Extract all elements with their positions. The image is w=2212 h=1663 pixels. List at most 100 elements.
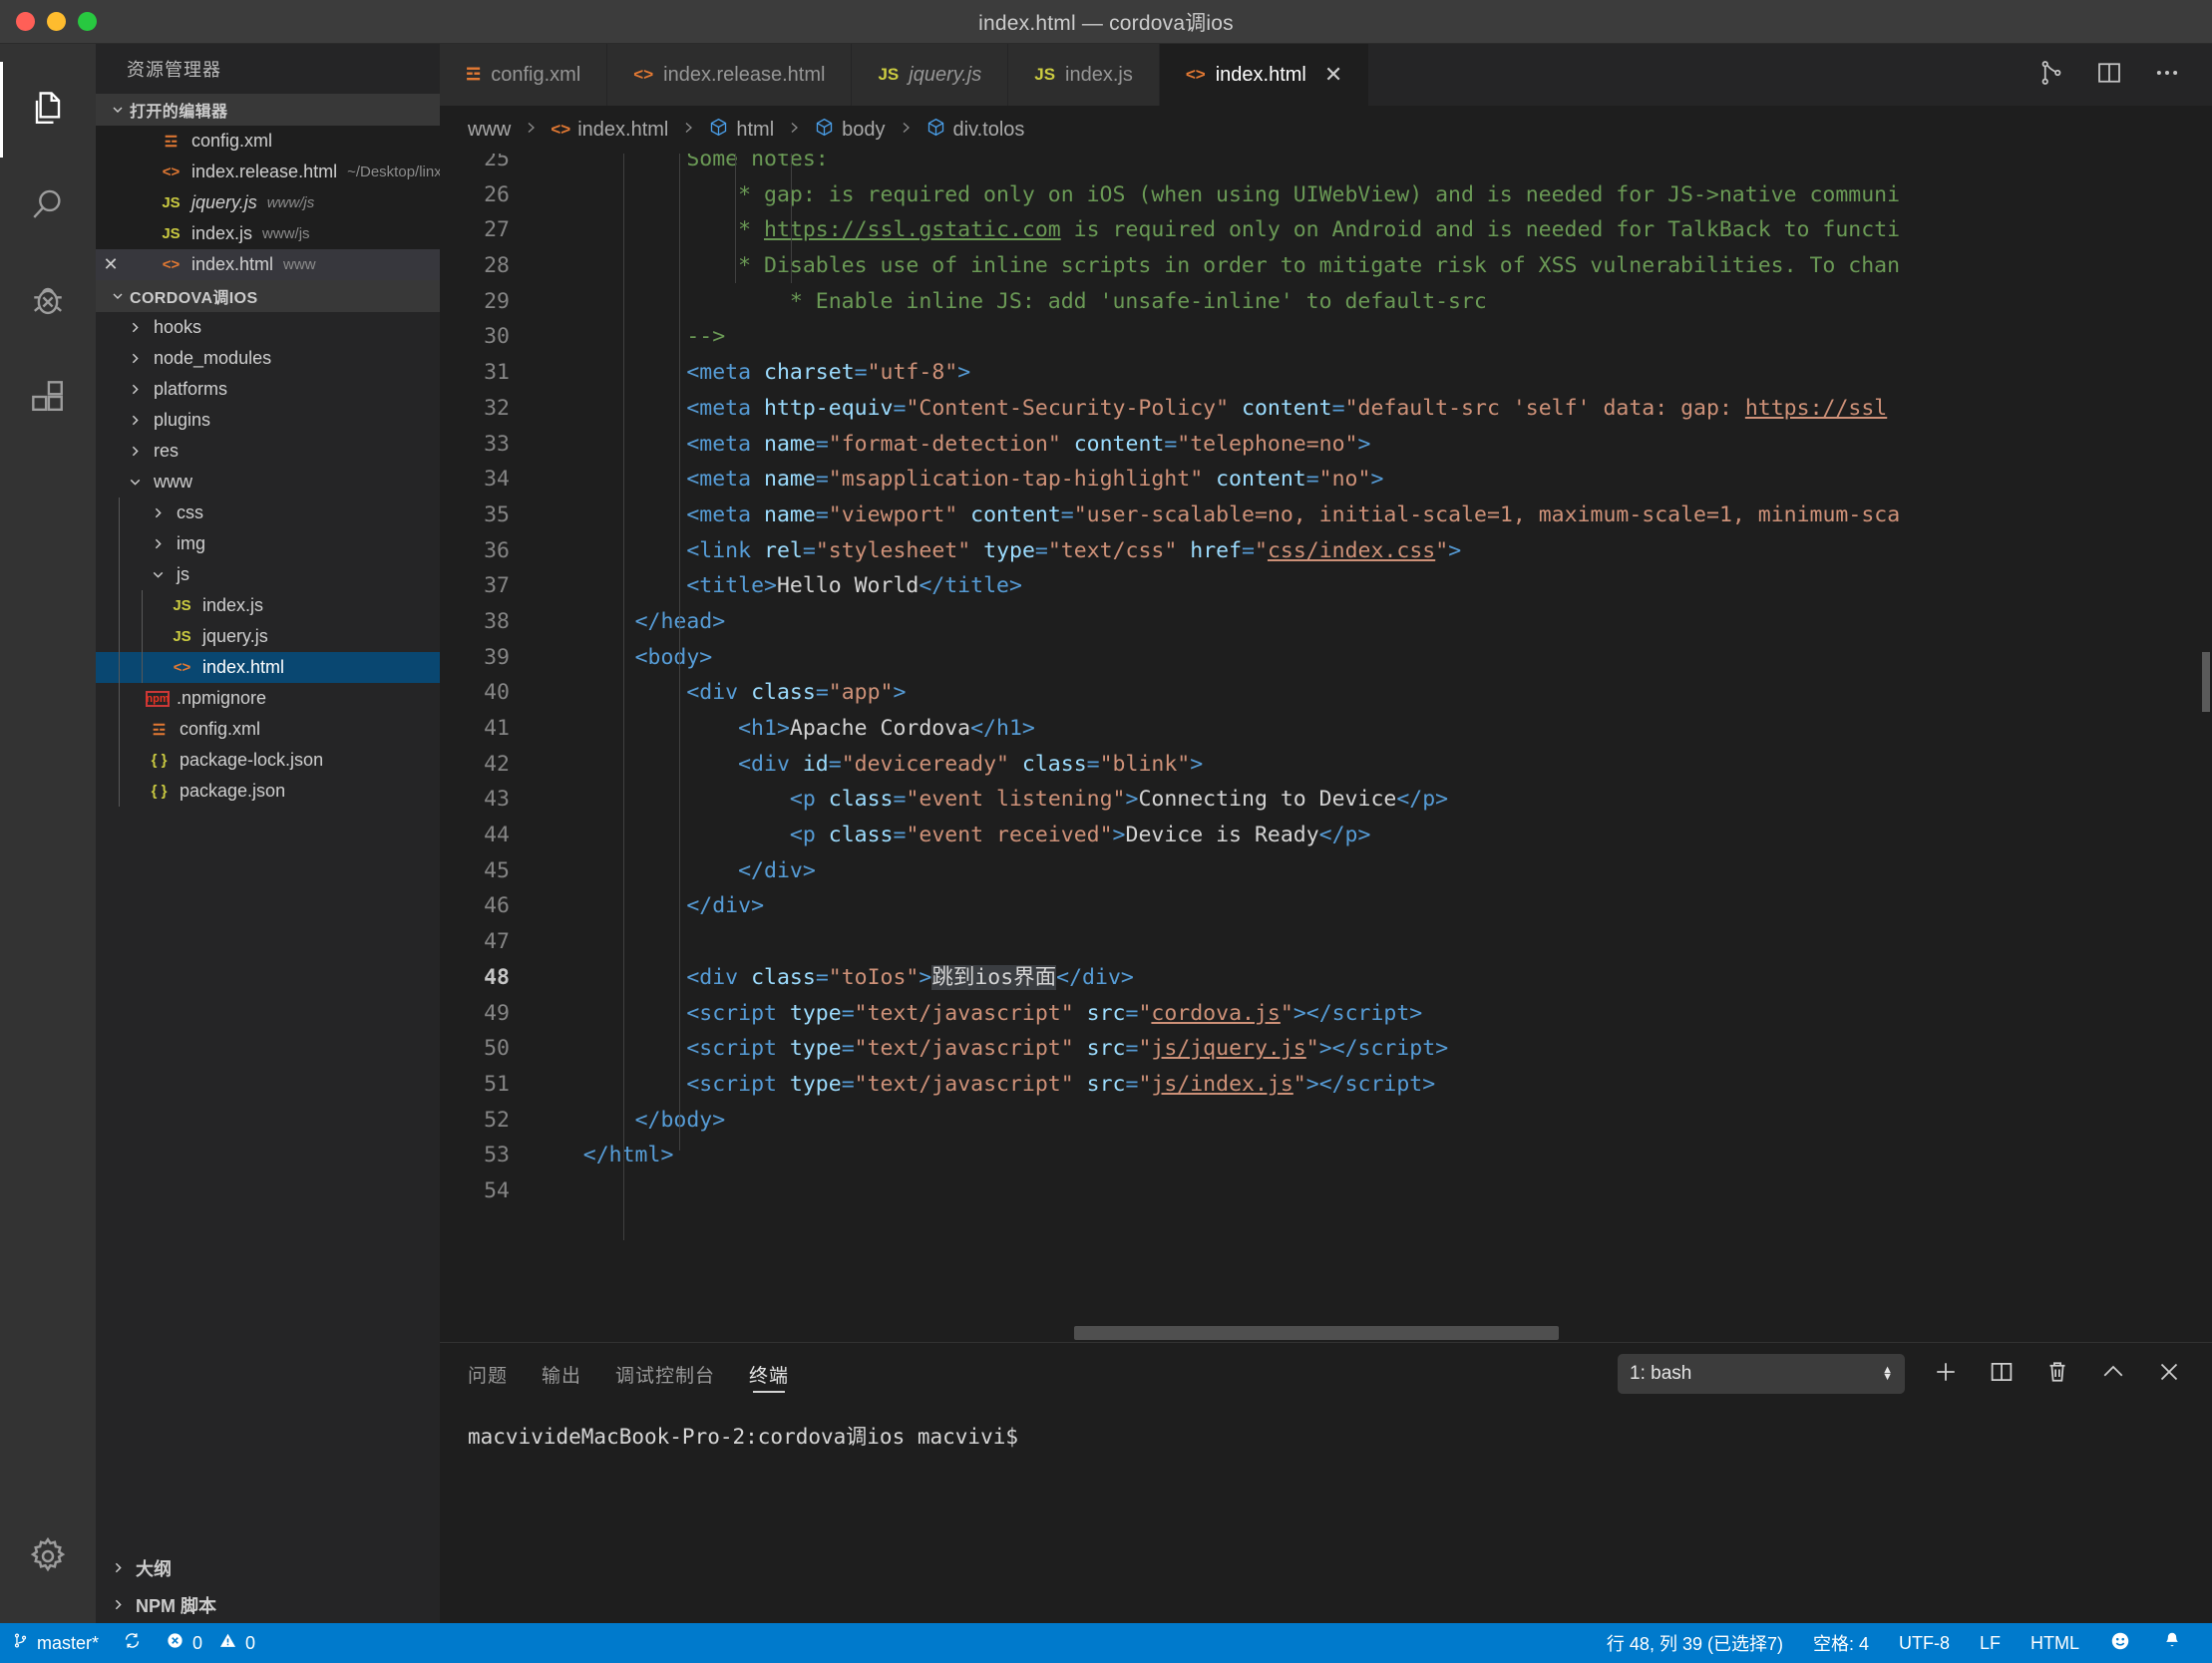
more-actions-icon[interactable] [2152,58,2182,93]
breadcrumb-item[interactable]: <>index.html [551,119,668,142]
tree-file[interactable]: npm.npmignore [96,683,440,714]
line-content[interactable]: <p class="event received">Device is Read… [532,818,2212,853]
activity-search[interactable] [0,158,96,253]
open-editor-item[interactable]: ☲config.xml [96,126,440,157]
line-content[interactable]: <div class="app"> [532,675,2212,711]
line-content[interactable]: <h1>Apache Cordova</h1> [532,711,2212,747]
code-line[interactable]: 37 <title>Hello World</title> [440,568,2212,604]
line-content[interactable] [532,924,2212,960]
status-notifications[interactable] [2146,1623,2198,1663]
code-line[interactable]: 29 * Enable inline JS: add 'unsafe-inlin… [440,284,2212,320]
status-encoding[interactable]: UTF-8 [1884,1623,1965,1663]
activity-settings[interactable] [0,1527,96,1623]
code-line[interactable]: 39 <body> [440,640,2212,676]
code-line[interactable]: 38 </head> [440,604,2212,640]
activity-explorer[interactable] [0,62,96,158]
tree-folder[interactable]: platforms [96,374,440,405]
code-line[interactable]: 36 <link rel="stylesheet" type="text/css… [440,533,2212,569]
line-content[interactable]: * Disables use of inline scripts in orde… [532,248,2212,284]
tree-folder[interactable]: img [96,528,440,559]
minimize-window-button[interactable] [47,12,66,31]
code-editor[interactable]: 25 Some notes:26 * gap: is required only… [440,154,2212,1342]
code-line[interactable]: 54 [440,1173,2212,1209]
terminal-selector[interactable]: 1: bash ▲▼ [1618,1354,1905,1394]
code-line[interactable]: 48 <div class="toIos">跳到ios界面</div> [440,960,2212,996]
sidebar-section-header[interactable]: 大纲 [96,1549,440,1586]
project-section-header[interactable]: CORDOVA调IOS [96,280,440,312]
code-line[interactable]: 25 Some notes: [440,154,2212,177]
tree-file[interactable]: JSjquery.js [96,621,440,652]
line-content[interactable]: <title>Hello World</title> [532,568,2212,604]
code-line[interactable]: 46 </div> [440,888,2212,924]
close-icon[interactable]: ✕ [1324,62,1342,88]
breadcrumb-item[interactable]: div.tolos [925,117,1025,144]
split-terminal-icon[interactable] [1987,1357,2017,1392]
status-language-mode[interactable]: HTML [2016,1623,2094,1663]
new-terminal-icon[interactable] [1931,1357,1961,1392]
status-sync[interactable] [111,1623,154,1663]
zoom-window-button[interactable] [78,12,97,31]
line-content[interactable]: <script type="text/javascript" src="js/i… [532,1067,2212,1103]
tree-folder[interactable]: js [96,559,440,590]
tree-folder[interactable]: res [96,436,440,467]
code-line[interactable]: 42 <div id="deviceready" class="blink"> [440,747,2212,783]
open-editor-item[interactable]: JSjquery.jswww/js [96,187,440,218]
line-content[interactable]: </html> [532,1138,2212,1173]
panel-tab[interactable]: 调试控制台 [615,1343,715,1405]
tree-file[interactable]: { }package-lock.json [96,745,440,776]
code-line[interactable]: 45 </div> [440,853,2212,889]
code-line[interactable]: 44 <p class="event received">Device is R… [440,818,2212,853]
tree-folder[interactable]: www [96,467,440,498]
code-line[interactable]: 35 <meta name="viewport" content="user-s… [440,498,2212,533]
code-line[interactable]: 30 --> [440,319,2212,355]
code-line[interactable]: 50 <script type="text/javascript" src="j… [440,1031,2212,1067]
open-editor-item[interactable]: ✕<>index.htmlwww [96,249,440,280]
line-content[interactable]: <meta name="msapplication-tap-highlight"… [532,462,2212,498]
line-content[interactable]: <meta name="viewport" content="user-scal… [532,498,2212,533]
editor-tab[interactable]: ☲config.xml [440,44,607,106]
line-content[interactable]: <link rel="stylesheet" type="text/css" h… [532,533,2212,569]
code-line[interactable]: 53 </html> [440,1138,2212,1173]
code-line[interactable]: 31 <meta charset="utf-8"> [440,355,2212,391]
line-content[interactable]: <meta name="format-detection" content="t… [532,427,2212,463]
code-line[interactable]: 40 <div class="app"> [440,675,2212,711]
tree-folder[interactable]: css [96,498,440,528]
line-content[interactable]: </body> [532,1103,2212,1139]
code-line[interactable]: 51 <script type="text/javascript" src="j… [440,1067,2212,1103]
tree-file[interactable]: { }package.json [96,776,440,807]
tree-folder[interactable]: node_modules [96,343,440,374]
split-editor-icon[interactable] [2094,58,2124,93]
editor-tab[interactable]: <>index.release.html [607,44,852,106]
open-editor-item[interactable]: <>index.release.html~/Desktop/linx... [96,157,440,187]
close-icon[interactable]: ✕ [96,254,126,275]
status-problems[interactable]: 0 0 [154,1623,267,1663]
tree-file[interactable]: <>index.html [96,652,440,683]
maximize-panel-icon[interactable] [2098,1357,2128,1392]
sidebar-section-header[interactable]: NPM 脚本 [96,1586,440,1623]
status-eol[interactable]: LF [1965,1623,2016,1663]
editor-tab[interactable]: JSjquery.js [852,44,1008,106]
code-line[interactable]: 34 <meta name="msapplication-tap-highlig… [440,462,2212,498]
status-indentation[interactable]: 空格: 4 [1798,1623,1884,1663]
line-content[interactable]: <script type="text/javascript" src="cord… [532,996,2212,1032]
code-line[interactable]: 26 * gap: is required only on iOS (when … [440,177,2212,213]
code-lines[interactable]: 25 Some notes:26 * gap: is required only… [440,154,2212,1209]
line-content[interactable]: * https://ssl.gstatic.com is required on… [532,212,2212,248]
horizontal-scrollbar[interactable] [1074,1326,1559,1340]
code-line[interactable]: 41 <h1>Apache Cordova</h1> [440,711,2212,747]
activity-extensions[interactable] [0,349,96,445]
activity-debug[interactable] [0,253,96,349]
code-line[interactable]: 49 <script type="text/javascript" src="c… [440,996,2212,1032]
code-line[interactable]: 43 <p class="event listening">Connecting… [440,782,2212,818]
split-source-control-icon[interactable] [2036,58,2066,93]
line-content[interactable]: </div> [532,888,2212,924]
line-content[interactable]: <meta charset="utf-8"> [532,355,2212,391]
code-line[interactable]: 28 * Disables use of inline scripts in o… [440,248,2212,284]
line-content[interactable]: Some notes: [532,154,2212,177]
close-window-button[interactable] [16,12,35,31]
minimap-slider[interactable] [2202,652,2210,712]
line-content[interactable]: <script type="text/javascript" src="js/j… [532,1031,2212,1067]
code-line[interactable]: 52 </body> [440,1103,2212,1139]
close-panel-icon[interactable] [2154,1357,2184,1392]
terminal-output[interactable]: macvivideMacBook-Pro-2:cordova调ios macvi… [440,1405,2212,1623]
